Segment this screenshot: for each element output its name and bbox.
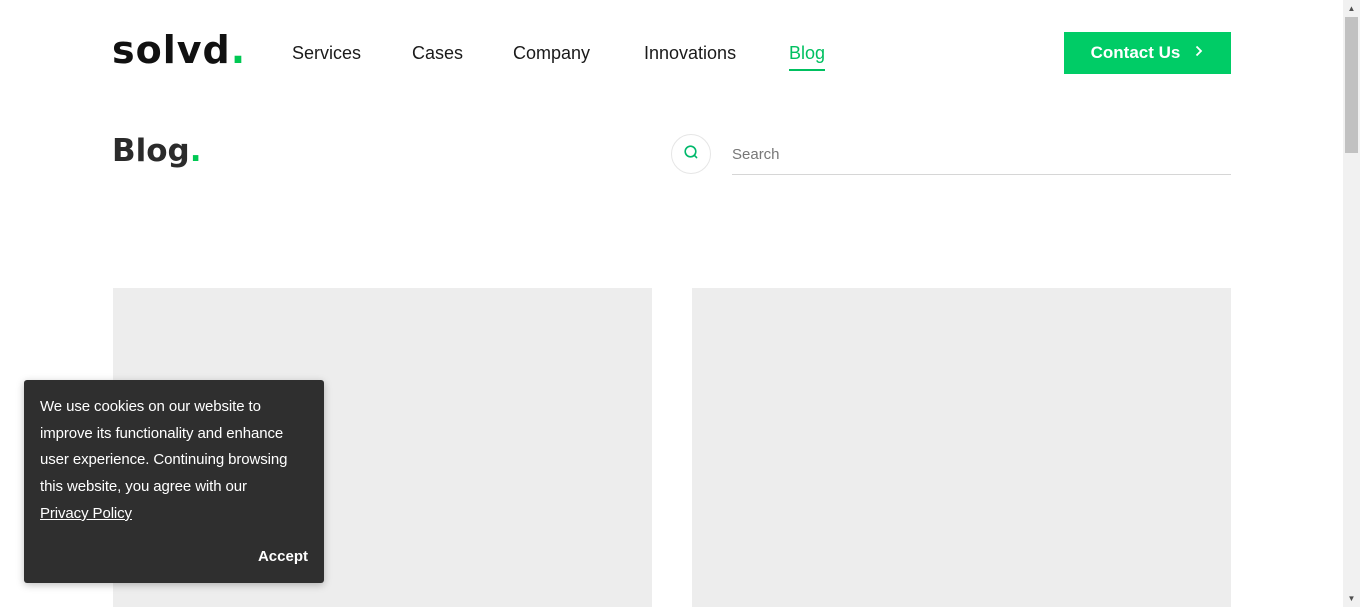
nav-item-services[interactable]: Services: [292, 41, 361, 65]
search-button[interactable]: [671, 134, 711, 174]
nav-item-innovations[interactable]: Innovations: [644, 41, 736, 65]
accept-cookies-button[interactable]: Accept: [258, 548, 308, 565]
page: solvd. Services Cases Company Innovation…: [0, 0, 1343, 607]
page-title-dot: .: [189, 133, 202, 169]
scroll-down-icon[interactable]: ▼: [1343, 590, 1360, 607]
cookie-banner: We use cookies on our website to improve…: [24, 380, 324, 583]
scrollbar-thumb[interactable]: [1345, 17, 1358, 153]
contact-us-label: Contact Us: [1090, 43, 1181, 62]
search-icon: [683, 144, 699, 165]
nav-item-blog[interactable]: Blog: [789, 41, 826, 71]
blog-card-image[interactable]: [692, 288, 1231, 607]
page-title-text: Blog: [112, 133, 190, 169]
page-title: Blog.: [112, 132, 202, 170]
logo-text: solvd: [112, 28, 231, 72]
nav-item-cases[interactable]: Cases: [412, 41, 463, 65]
nav-item-company[interactable]: Company: [513, 41, 590, 65]
privacy-policy-link[interactable]: Privacy Policy: [40, 505, 132, 522]
contact-us-button[interactable]: Contact Us: [1064, 32, 1231, 74]
chevron-right-icon: [1194, 45, 1204, 61]
search-input[interactable]: [732, 135, 1231, 175]
cookie-message: We use cookies on our website to improve…: [40, 394, 310, 528]
logo[interactable]: solvd.: [112, 28, 246, 72]
cookie-text: We use cookies on our website to improve…: [40, 398, 288, 496]
vertical-scrollbar[interactable]: ▲ ▼: [1343, 0, 1360, 607]
logo-dot: .: [230, 28, 247, 72]
scroll-up-icon[interactable]: ▲: [1343, 0, 1360, 17]
